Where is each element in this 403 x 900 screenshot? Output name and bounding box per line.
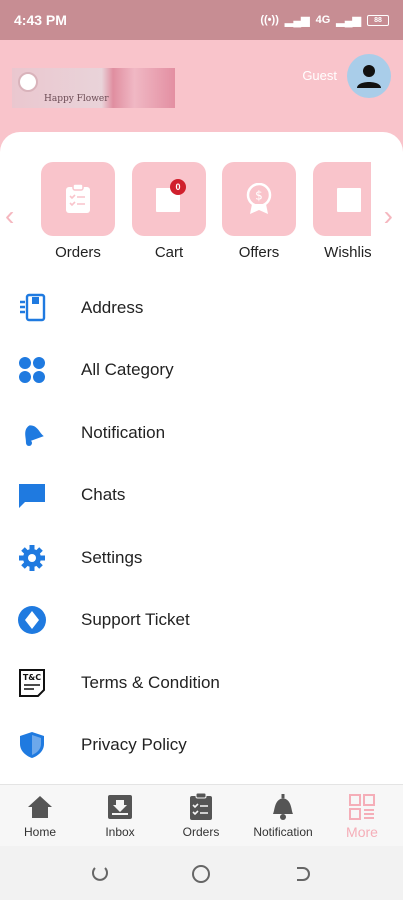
orders-icon [186,793,216,821]
wishlist-icon [337,188,361,212]
quick-action-box: 0 [132,162,206,236]
quick-action-cart[interactable]: 0 Cart [132,162,206,261]
shop-logo-banner: Happy Flower [12,68,175,108]
category-grid-icon [16,354,48,386]
menu-item-address[interactable]: Address [0,280,403,336]
nav-label: Orders [182,825,220,839]
quick-action-label: Cart [154,244,184,261]
quick-action-orders[interactable]: Orders [41,162,115,261]
more-grid-icon [347,793,377,821]
menu-item-support-ticket[interactable]: Support Ticket [0,592,403,648]
network-type: 4G [315,14,331,26]
gear-icon [16,542,48,574]
menu-item-privacy-policy[interactable]: Privacy Policy [0,717,403,773]
shield-icon [16,729,48,761]
quick-actions-carousel: ‹ Orders 0 Cart $ Offers Wishlist › [0,162,403,272]
avatar[interactable] [347,54,391,98]
home-icon [25,793,55,821]
recent-apps-icon[interactable] [90,864,110,884]
nav-item-home[interactable]: Home [0,785,80,847]
signal-icon-2: ▂▄▆ [336,14,361,27]
quick-action-wishlist[interactable]: Wishlist [313,162,371,261]
status-time: 4:43 PM [14,12,67,28]
quick-action-label: Orders [55,244,101,261]
menu-item-chats[interactable]: Chats [0,467,403,523]
hotspot-icon: ((•)) [260,14,279,26]
nav-label: More [346,824,378,840]
bottom-nav: Home Inbox Orders Notification More [0,784,403,846]
menu-item-all-category[interactable]: All Category [0,342,403,398]
menu-item-settings[interactable]: Settings [0,530,403,586]
chat-bubble-icon [16,479,48,511]
status-bar: 4:43 PM ((•)) ▂▄▆ 4G ▂▄▆ 88 [0,0,403,40]
quick-action-label: Wishlist [324,244,371,261]
quick-actions-viewport: Orders 0 Cart $ Offers Wishlist [41,162,371,272]
back-icon[interactable] [292,864,312,884]
battery-icon: 88 [367,14,389,26]
support-diamond-icon [16,604,48,636]
address-book-icon [16,292,48,324]
menu-item-label: Terms & Condition [81,673,220,692]
nav-label: Notification [253,825,313,839]
nav-label: Home [23,825,56,839]
status-icons: ((•)) ▂▄▆ 4G ▂▄▆ 88 [260,14,389,27]
bell-icon [16,417,48,449]
home-button-icon[interactable] [191,864,211,884]
quick-action-offers[interactable]: $ Offers [222,162,296,261]
menu-item-label: All Category [81,360,174,379]
terms-document-icon: T&C [16,667,48,699]
svg-text:T&C: T&C [23,673,41,682]
clipboard-icon [66,184,90,213]
signal-icon: ▂▄▆ [284,14,310,27]
menu-item-label: Privacy Policy [81,735,187,754]
menu-item-terms[interactable]: T&C Terms & Condition [0,655,403,711]
offer-badge-icon: $ [246,183,272,214]
cart-count-badge: 0 [170,179,186,195]
quick-action-box: $ [222,162,296,236]
nav-item-notification[interactable]: Notification [243,785,323,847]
guest-label: Guest [302,68,337,83]
nav-label: Inbox [105,825,135,839]
quick-action-box [41,162,115,236]
menu-item-label: Support Ticket [81,610,190,629]
menu-item-notification[interactable]: Notification [0,405,403,461]
system-nav-bar [0,846,403,900]
svg-text:$: $ [255,189,263,203]
chevron-right-icon[interactable]: › [384,200,393,232]
quick-action-box [313,162,371,236]
bell-icon [268,793,298,821]
menu-item-label: Notification [81,423,166,442]
menu-item-label: Address [81,298,144,317]
nav-item-orders[interactable]: Orders [161,785,241,847]
nav-item-more[interactable]: More [322,785,402,847]
inbox-icon [105,793,135,821]
quick-action-label: Offers [238,244,280,261]
menu-item-label: Chats [81,485,126,504]
chevron-left-icon[interactable]: ‹ [5,200,14,232]
logo-emblem-icon [18,72,38,92]
user-icon [357,65,381,88]
menu-item-label: Settings [81,548,143,567]
nav-item-inbox[interactable]: Inbox [80,785,160,847]
menu-sheet: ‹ Orders 0 Cart $ Offers Wishlist › Addr… [0,132,403,784]
logo-text: Happy Flower [44,94,109,104]
